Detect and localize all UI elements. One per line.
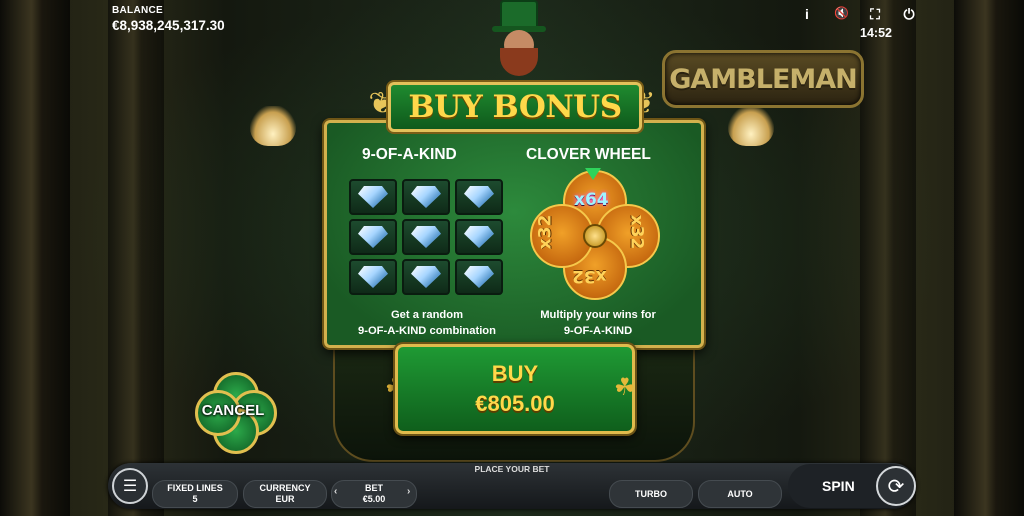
left-outer-pillar bbox=[0, 0, 70, 516]
power-icon[interactable]: ⏻ bbox=[902, 6, 916, 23]
grid-cell bbox=[402, 219, 450, 255]
bet-increase-button[interactable]: › bbox=[407, 486, 410, 497]
auto-button[interactable]: AUTO bbox=[698, 480, 782, 508]
multiplier-right: x32 bbox=[626, 214, 647, 250]
mute-icon[interactable]: 🔇 bbox=[834, 6, 849, 23]
nine-of-a-kind-desc-line2: 9-OF-A-KIND combination bbox=[358, 325, 496, 337]
bet-value: €5.00 bbox=[362, 494, 386, 504]
clover-wheel-title: CLOVER WHEEL bbox=[526, 146, 651, 163]
leprechaun-beard bbox=[500, 48, 538, 76]
cancel-label: CANCEL bbox=[201, 402, 265, 419]
game-logo: GAMBLEMAN bbox=[662, 50, 864, 108]
right-wall-lamp bbox=[728, 106, 774, 146]
buy-price: €805.00 bbox=[475, 391, 555, 416]
diamond-icon bbox=[411, 186, 441, 208]
turbo-label: TURBO bbox=[635, 488, 667, 499]
grid-cell bbox=[349, 179, 397, 215]
diamond-icon bbox=[358, 226, 388, 248]
grid-cell bbox=[402, 179, 450, 215]
multiplier-left: x32 bbox=[535, 214, 556, 250]
diamond-icon bbox=[464, 186, 494, 208]
spin-label[interactable]: SPIN bbox=[822, 478, 855, 494]
clock: 14:52 bbox=[860, 26, 892, 40]
buy-button[interactable]: BUY €805.00 bbox=[395, 344, 635, 434]
nine-of-a-kind-desc-line1: Get a random bbox=[390, 309, 464, 321]
grid-cell bbox=[455, 179, 503, 215]
clover-wheel-desc-line2: 9-OF-A-KIND bbox=[563, 325, 633, 337]
multiplier-bottom: x32 bbox=[572, 266, 607, 286]
balance-display: BALANCE €8,938,245,317.30 bbox=[112, 5, 225, 33]
diamond-icon bbox=[358, 186, 388, 208]
bet-decrease-button[interactable]: ‹ bbox=[334, 486, 337, 497]
balance-label: BALANCE bbox=[112, 5, 163, 16]
currency-value: EUR bbox=[275, 494, 295, 504]
right-outer-pillar bbox=[954, 0, 1024, 516]
spin-icon[interactable]: ⟳ bbox=[876, 466, 916, 506]
grid-cell bbox=[349, 219, 397, 255]
info-icon[interactable]: i bbox=[800, 6, 814, 23]
diamond-grid bbox=[349, 179, 504, 295]
wheel-hub bbox=[583, 224, 607, 248]
buy-bonus-title: BUY BONUS bbox=[388, 82, 642, 132]
top-right-controls: i 🔇 ⛶ ⏻ bbox=[800, 6, 916, 23]
buy-label: BUY bbox=[491, 361, 539, 386]
left-wall-lamp bbox=[250, 106, 296, 146]
multiplier-top: x64 bbox=[574, 190, 609, 210]
grid-cell bbox=[349, 259, 397, 295]
right-clover-icon: ☘ bbox=[614, 374, 636, 401]
diamond-icon bbox=[411, 226, 441, 248]
auto-label: AUTO bbox=[727, 488, 753, 499]
currency-label: CURRENCY bbox=[259, 483, 311, 493]
menu-icon[interactable]: ☰ bbox=[112, 468, 148, 504]
grid-cell bbox=[455, 219, 503, 255]
diamond-icon bbox=[411, 266, 441, 288]
diamond-icon bbox=[358, 266, 388, 288]
wheel-pointer-icon bbox=[585, 168, 601, 180]
clover-wheel-description: Multiply your wins for 9-OF-A-KIND bbox=[508, 307, 688, 339]
grid-cell bbox=[455, 259, 503, 295]
nine-of-a-kind-description: Get a random 9-OF-A-KIND combination bbox=[337, 307, 517, 339]
fullscreen-icon[interactable]: ⛶ bbox=[868, 6, 882, 23]
right-inner-pillar bbox=[860, 0, 916, 516]
leprechaun-character bbox=[488, 0, 550, 78]
bet-label: BET bbox=[365, 483, 383, 493]
fixed-lines-label: FIXED LINES bbox=[167, 483, 223, 493]
nine-of-a-kind-title: 9-OF-A-KIND bbox=[362, 146, 457, 163]
clover-wheel: x64 x32 x32 x32 bbox=[530, 168, 660, 300]
clover-wheel-desc-line1: Multiply your wins for bbox=[540, 309, 656, 321]
leprechaun-hat bbox=[492, 0, 546, 32]
bet-selector[interactable]: BET €5.00 bbox=[331, 480, 417, 508]
currency-display: CURRENCY EUR bbox=[243, 480, 327, 508]
grid-cell bbox=[402, 259, 450, 295]
fixed-lines-display: FIXED LINES 5 bbox=[152, 480, 238, 508]
cancel-button[interactable]: CANCEL bbox=[193, 372, 277, 454]
diamond-icon bbox=[464, 266, 494, 288]
diamond-icon bbox=[464, 226, 494, 248]
left-inner-pillar bbox=[108, 0, 164, 516]
balance-value: €8,938,245,317.30 bbox=[112, 18, 225, 33]
fixed-lines-value: 5 bbox=[192, 494, 198, 504]
turbo-button[interactable]: TURBO bbox=[609, 480, 693, 508]
